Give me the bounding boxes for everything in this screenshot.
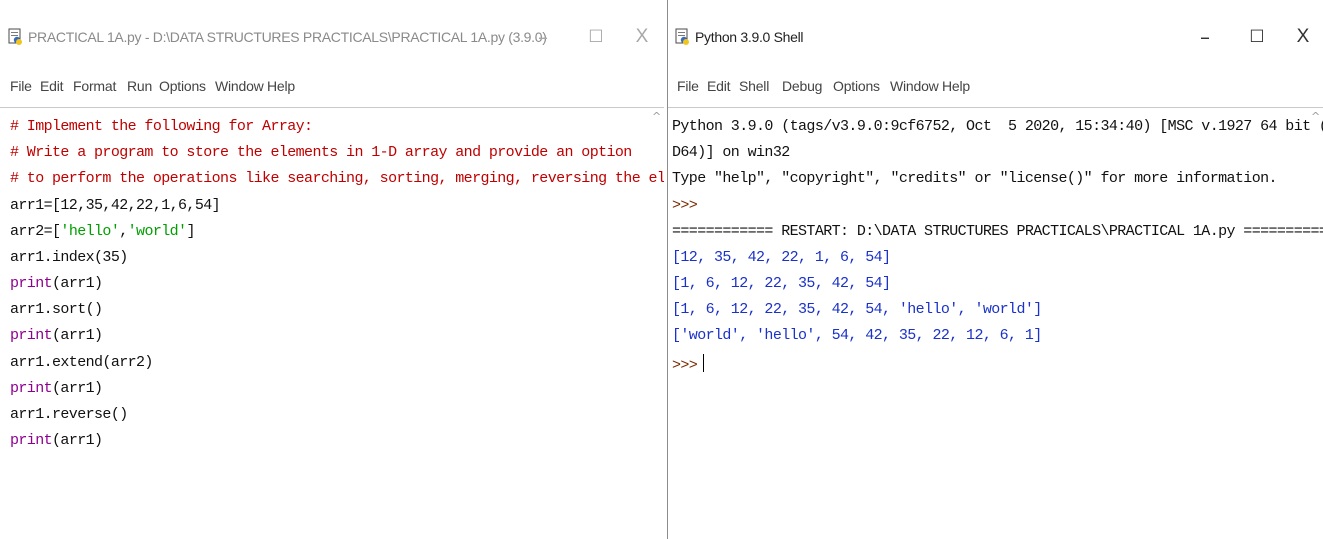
- code-token: arr2=[: [10, 223, 61, 240]
- shell-line: Python 3.9.0 (tags/v3.9.0:9cf6752, Oct 5…: [672, 118, 1323, 135]
- code-line: arr1.index(35): [10, 249, 128, 266]
- shell-window: Python 3.9.0 Shell – ☐ X File Edit Shell…: [667, 0, 1323, 539]
- builtin-token: print: [10, 380, 53, 397]
- code-line: print(arr1): [10, 327, 103, 344]
- shell-output-line: [12, 35, 42, 22, 1, 6, 54]: [672, 249, 891, 266]
- shell-title: Python 3.9.0 Shell: [695, 29, 804, 45]
- code-token: ]: [186, 223, 195, 240]
- editor-window: PRACTICAL 1A.py - D:\DATA STRUCTURES PRA…: [0, 0, 664, 539]
- string-token: 'world': [127, 223, 187, 240]
- menu-edit[interactable]: Edit: [707, 78, 731, 94]
- maximize-button[interactable]: ☐: [1242, 22, 1272, 52]
- code-line: arr1.sort(): [10, 301, 103, 318]
- shell-text-area[interactable]: Python 3.9.0 (tags/v3.9.0:9cf6752, Oct 5…: [668, 107, 1323, 539]
- builtin-token: print: [10, 327, 53, 344]
- code-token: ,: [119, 223, 128, 240]
- shell-line: Type "help", "copyright", "credits" or "…: [672, 170, 1278, 187]
- minimize-button[interactable]: –: [528, 22, 558, 52]
- python-idle-icon: [675, 28, 689, 45]
- code-token: (arr1): [52, 432, 103, 449]
- minimize-button[interactable]: –: [1190, 22, 1220, 52]
- menu-file[interactable]: File: [10, 78, 32, 94]
- shell-line: ============ RESTART: D:\DATA STRUCTURES…: [672, 223, 1323, 240]
- shell-titlebar[interactable]: Python 3.9.0 Shell – ☐ X: [668, 0, 1323, 70]
- shell-output-line: [1, 6, 12, 22, 35, 42, 54, 'hello', 'wor…: [672, 301, 1042, 318]
- code-line: arr1=[12,35,42,22,1,6,54]: [10, 197, 221, 214]
- shell-prompt: >>>: [672, 357, 698, 374]
- python-idle-icon: [8, 28, 22, 45]
- code-line: print(arr1): [10, 380, 103, 397]
- code-line: arr2=['hello','world']: [10, 223, 195, 240]
- menu-debug[interactable]: Debug: [782, 78, 822, 94]
- shell-menubar: File Edit Shell Debug Options Window Hel…: [668, 72, 1323, 102]
- menu-file[interactable]: File: [677, 78, 699, 94]
- scroll-up-caret-icon[interactable]: ^: [652, 110, 661, 123]
- editor-text-area[interactable]: # Implement the following for Array: # W…: [0, 107, 664, 539]
- text-cursor: [703, 354, 705, 372]
- close-button[interactable]: X: [1288, 22, 1318, 52]
- menu-help[interactable]: Help: [942, 78, 970, 94]
- code-line: # Write a program to store the elements …: [10, 144, 632, 161]
- close-button[interactable]: X: [627, 22, 657, 52]
- string-token: 'hello': [60, 223, 120, 240]
- builtin-token: print: [10, 275, 53, 292]
- code-line: print(arr1): [10, 275, 103, 292]
- builtin-token: print: [10, 432, 53, 449]
- code-token: (arr1): [52, 275, 103, 292]
- code-line: arr1.reverse(): [10, 406, 128, 423]
- menu-help[interactable]: Help: [267, 78, 295, 94]
- menu-options[interactable]: Options: [833, 78, 880, 94]
- menu-options[interactable]: Options: [159, 78, 206, 94]
- code-line: # Implement the following for Array:: [10, 118, 313, 135]
- editor-title: PRACTICAL 1A.py - D:\DATA STRUCTURES PRA…: [28, 29, 547, 45]
- shell-line: D64)] on win32: [672, 144, 790, 161]
- shell-output-line: [1, 6, 12, 22, 35, 42, 54]: [672, 275, 891, 292]
- code-line: arr1.extend(arr2): [10, 354, 153, 371]
- code-token: (arr1): [52, 380, 103, 397]
- menu-shell[interactable]: Shell: [739, 78, 769, 94]
- menu-window[interactable]: Window: [890, 78, 939, 94]
- code-token: (arr1): [52, 327, 103, 344]
- maximize-button[interactable]: ☐: [581, 22, 611, 52]
- shell-input-line[interactable]: >>>: [672, 354, 705, 374]
- code-line: print(arr1): [10, 432, 103, 449]
- code-line: # to perform the operations like searchi…: [10, 170, 664, 187]
- editor-titlebar[interactable]: PRACTICAL 1A.py - D:\DATA STRUCTURES PRA…: [0, 0, 664, 70]
- shell-output-line: ['world', 'hello', 54, 42, 35, 22, 12, 6…: [672, 327, 1042, 344]
- editor-menubar: File Edit Format Run Options Window Help: [0, 72, 664, 102]
- menu-edit[interactable]: Edit: [40, 78, 64, 94]
- menu-window[interactable]: Window: [215, 78, 264, 94]
- menu-format[interactable]: Format: [73, 78, 116, 94]
- shell-prompt: >>>: [672, 197, 698, 214]
- menu-run[interactable]: Run: [127, 78, 152, 94]
- scroll-up-caret-icon[interactable]: ^: [1311, 110, 1320, 123]
